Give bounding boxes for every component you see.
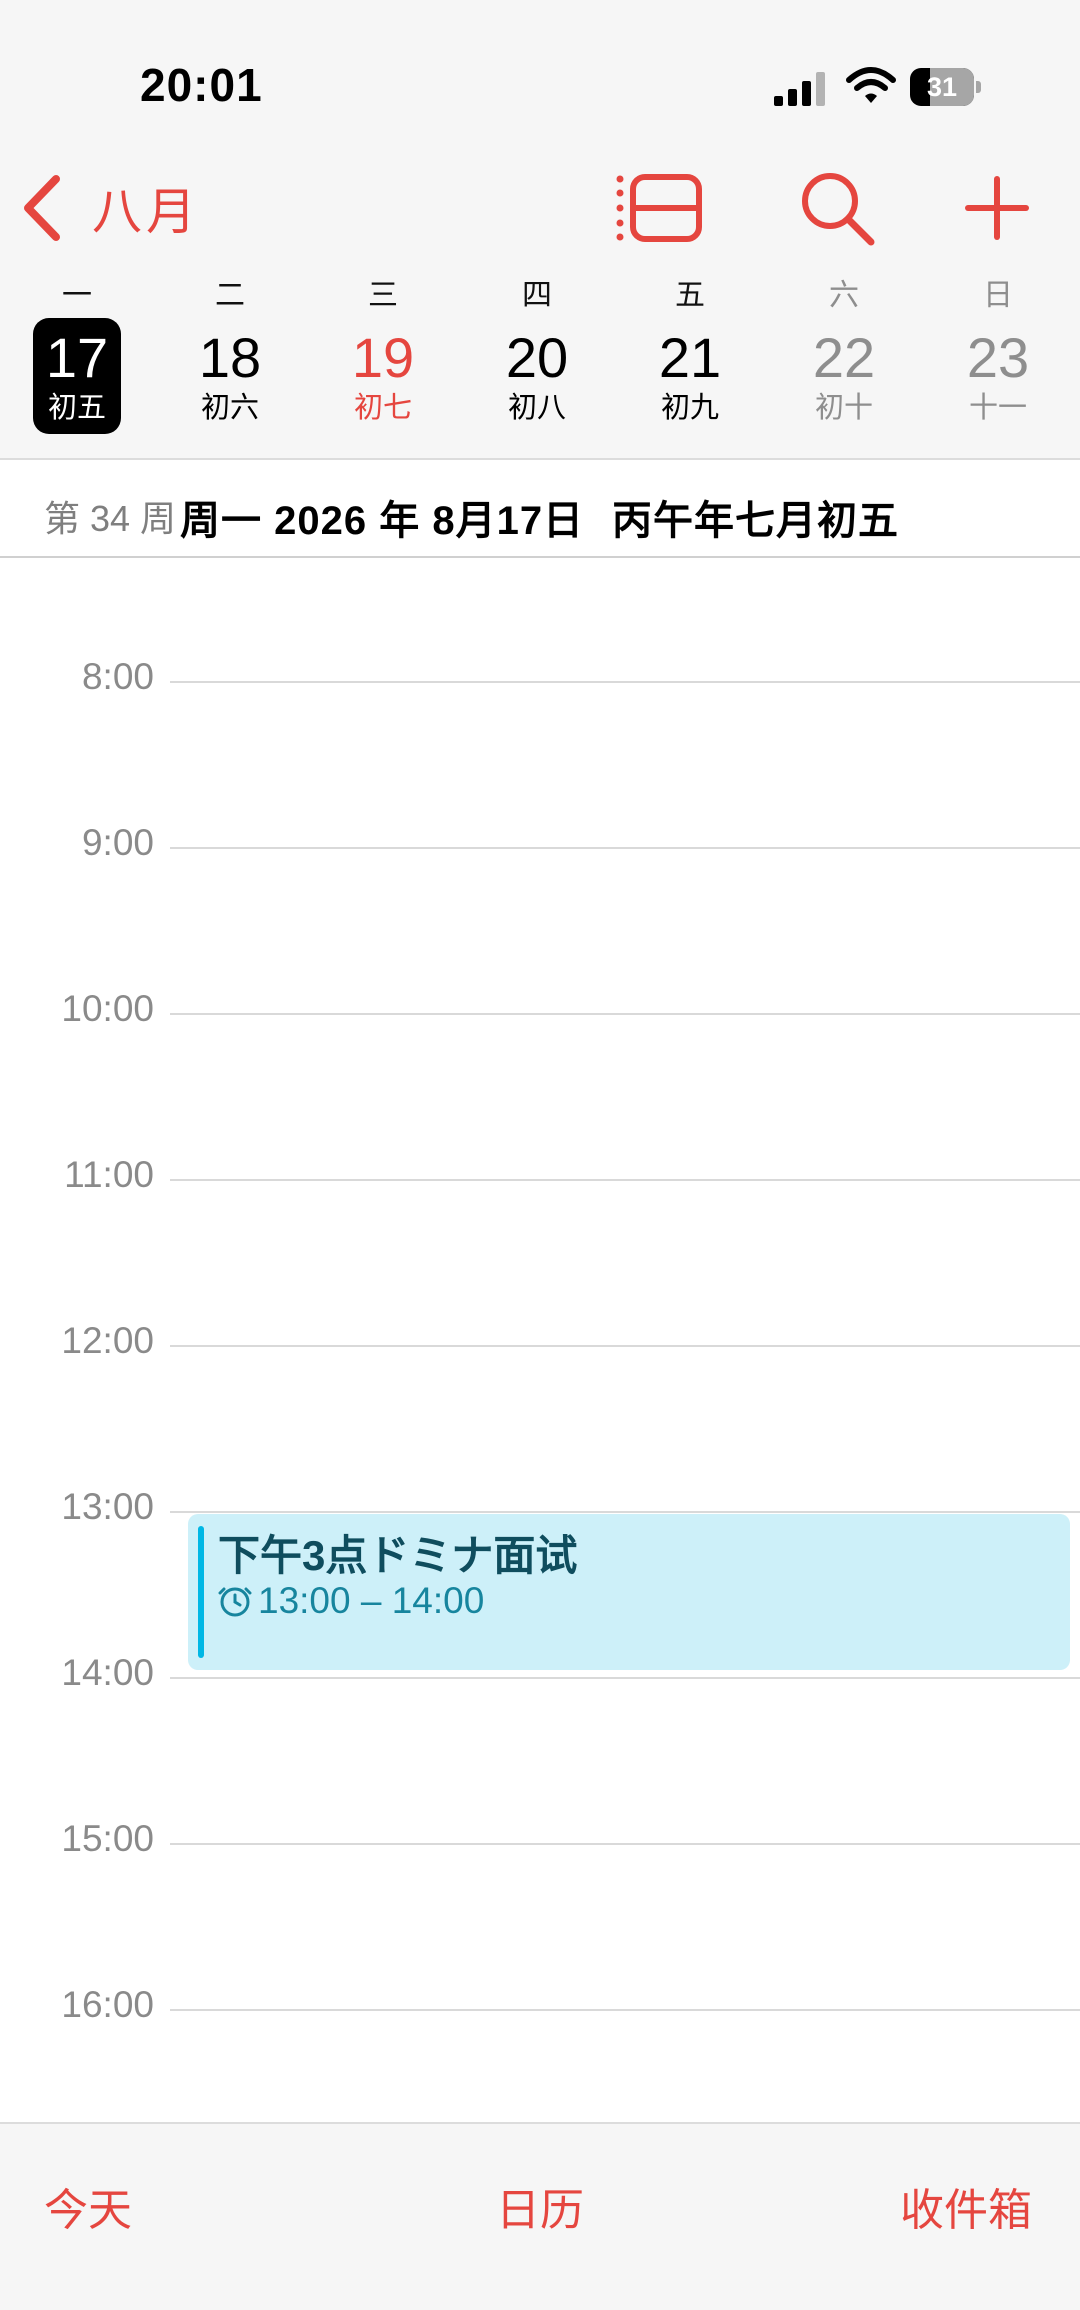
lunar-day: 初五	[47, 392, 106, 424]
hour-label: 9:00	[81, 822, 154, 863]
day-number: 21	[658, 326, 722, 389]
hour-gridline	[170, 1013, 1080, 1015]
search-icon	[802, 173, 875, 246]
weekday-label: 一	[62, 279, 92, 312]
hour-gridline	[170, 847, 1080, 849]
battery-percentage: 31	[926, 72, 958, 102]
lunar-day: 初六	[200, 392, 259, 424]
cellular-signal-icon	[774, 72, 825, 106]
hour-label: 13:00	[61, 1486, 154, 1527]
hour-gridline	[170, 2009, 1080, 2011]
hour-label: 14:00	[61, 1652, 154, 1693]
hour-gridline	[170, 1843, 1080, 1845]
hour-label: 12:00	[61, 1320, 154, 1361]
day-number: 22	[812, 326, 876, 389]
hour-gridline	[170, 681, 1080, 683]
inbox-button[interactable]: 收件箱	[900, 2174, 1032, 2238]
hour-gridline	[170, 1677, 1080, 1679]
lunar-day: 初七	[353, 392, 412, 424]
bottom-toolbar: 今天 日历 收件箱	[0, 2122, 1080, 2310]
battery-icon: 31	[910, 68, 982, 106]
hour-label: 8:00	[81, 656, 154, 697]
date-info-bar: 第 34 周 周一 2026 年 8月17日 丙午年七月初五	[0, 458, 1080, 558]
day-cell[interactable]: 19 初七	[333, 318, 433, 434]
wifi-icon	[846, 67, 896, 103]
weekday-label: 日	[983, 279, 1013, 312]
event-time-row: 13:00 – 14:00	[218, 1580, 484, 1622]
chevron-left-icon	[24, 175, 60, 241]
event-block[interactable]: 下午3点ドミナ面试 13:00 – 14:00	[188, 1514, 1070, 1670]
lunar-day: 初八	[507, 392, 566, 424]
weekday-label: 三	[368, 279, 398, 312]
weekday-label: 五	[675, 279, 705, 312]
lunar-day: 初十	[814, 392, 873, 424]
day-number: 23	[966, 326, 1030, 389]
lunar-day: 初九	[660, 392, 719, 424]
day-cell[interactable]: 23 十一	[948, 318, 1048, 434]
full-date: 周一 2026 年 8月17日	[180, 499, 585, 543]
hour-gridline	[170, 1179, 1080, 1181]
status-time: 20:01	[140, 59, 263, 111]
day-cell[interactable]: 20 初八	[487, 318, 587, 434]
calendars-button[interactable]: 日历	[496, 2174, 584, 2238]
search-button[interactable]	[792, 168, 882, 248]
day-number: 18	[198, 326, 262, 389]
hour-label: 15:00	[61, 1818, 154, 1859]
weekday-header: 一 二 三 四 五 六 日	[0, 270, 1080, 312]
week-number: 第 34 周	[44, 498, 177, 539]
add-event-button[interactable]	[952, 168, 1042, 248]
list-view-icon	[616, 174, 702, 242]
back-month-label: 八月	[92, 184, 200, 240]
add-icon	[965, 176, 1029, 240]
week-strip: 17 初五 18 初六 19 初七 20 初八 21 初九 22 初十 23 十…	[0, 318, 1080, 434]
hour-label: 16:00	[61, 1984, 154, 2025]
event-time: 13:00 – 14:00	[258, 1580, 485, 1621]
hour-gridline	[170, 1511, 1080, 1513]
list-view-button[interactable]	[615, 168, 705, 248]
today-button[interactable]: 今天	[44, 2174, 132, 2238]
weekday-label: 四	[522, 279, 552, 312]
day-number: 19	[351, 326, 415, 389]
day-number: 17	[45, 326, 109, 389]
day-cell-today[interactable]: 17 初五	[33, 318, 121, 434]
hour-label: 11:00	[64, 1154, 154, 1195]
lunar-date: 丙午年七月初五	[612, 499, 899, 543]
event-color-bar	[198, 1526, 204, 1658]
day-cell[interactable]: 22 初十	[794, 318, 894, 434]
lunar-day: 十一	[968, 392, 1027, 424]
clock-icon	[218, 1587, 252, 1617]
hour-gridline	[170, 1345, 1080, 1347]
day-number: 20	[505, 326, 569, 389]
back-button[interactable]: 八月	[20, 168, 200, 248]
day-cell[interactable]: 21 初九	[640, 318, 740, 434]
hour-label: 10:00	[61, 988, 154, 1029]
weekday-label: 六	[829, 279, 859, 312]
weekday-label: 二	[215, 279, 245, 312]
event-title: 下午3点ドミナ面试	[218, 1532, 578, 1579]
day-cell[interactable]: 18 初六	[180, 318, 280, 434]
